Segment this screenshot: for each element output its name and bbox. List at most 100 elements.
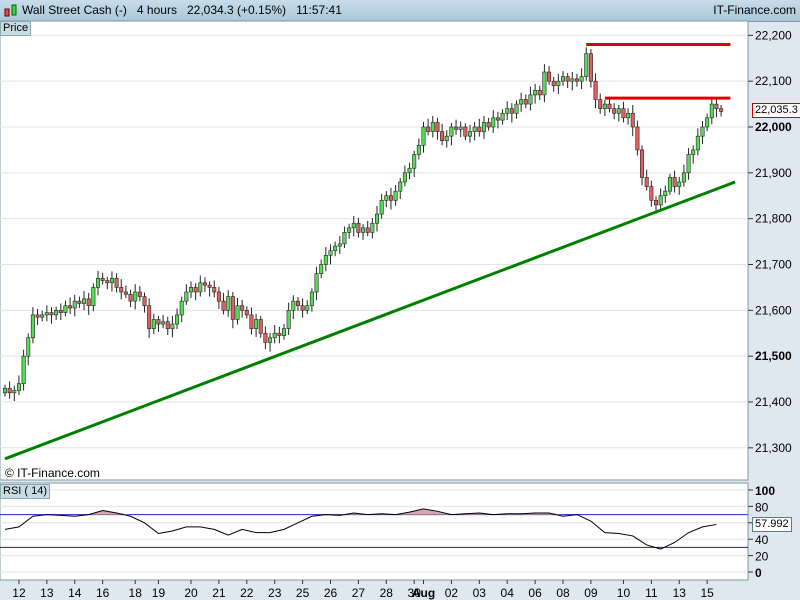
candle xyxy=(2,387,8,394)
candle xyxy=(86,298,91,307)
candle xyxy=(356,222,361,233)
candle xyxy=(686,154,691,174)
candle xyxy=(695,135,700,151)
candle xyxy=(82,298,87,304)
candle xyxy=(495,117,500,121)
y-tick-label: 21,300 xyxy=(755,441,792,455)
candle xyxy=(30,314,35,339)
candle xyxy=(26,337,31,357)
y-tick-label: 21,800 xyxy=(755,212,792,226)
candle xyxy=(226,296,231,311)
candle xyxy=(481,122,486,132)
candle xyxy=(244,310,249,316)
candle xyxy=(560,76,565,82)
candle xyxy=(607,103,612,109)
candle xyxy=(379,200,384,215)
x-tick-label: 14 xyxy=(68,586,82,600)
candle xyxy=(63,305,68,313)
candle xyxy=(286,310,291,329)
candle xyxy=(705,117,710,128)
y-tick-label: 22,200 xyxy=(755,28,792,42)
candle xyxy=(667,177,672,192)
x-tick-label: 11 xyxy=(645,586,658,600)
candle xyxy=(393,190,398,201)
candle xyxy=(161,321,166,325)
candle xyxy=(12,390,17,394)
x-tick-label: 08 xyxy=(556,586,570,600)
x-tick-label: 25 xyxy=(296,586,310,600)
candle xyxy=(263,332,268,343)
candle xyxy=(202,282,207,286)
candle xyxy=(649,186,654,201)
candle xyxy=(630,112,635,128)
rsi-tick-label: 80 xyxy=(755,500,769,514)
candle xyxy=(54,310,59,316)
candle xyxy=(156,319,161,325)
candle xyxy=(691,149,696,155)
candle xyxy=(198,282,203,293)
x-tick-label: 10 xyxy=(617,586,631,600)
candle xyxy=(49,312,54,316)
candle xyxy=(556,80,561,87)
candle xyxy=(635,126,640,151)
candle xyxy=(412,154,417,169)
candle xyxy=(598,99,603,109)
candle xyxy=(570,78,575,82)
candle xyxy=(681,172,686,183)
candle xyxy=(486,122,491,128)
watermark: © IT-Finance.com xyxy=(5,466,100,480)
price-panel-label: Price xyxy=(0,21,32,36)
candle xyxy=(281,328,286,336)
candle xyxy=(519,99,524,105)
candle xyxy=(258,319,263,334)
candle xyxy=(593,80,598,100)
candle xyxy=(398,181,403,192)
candle xyxy=(314,273,319,293)
candle xyxy=(272,332,277,339)
candle xyxy=(602,103,607,109)
candle xyxy=(584,53,589,77)
x-tick-label: 12 xyxy=(12,586,26,600)
candle xyxy=(165,321,170,329)
candle xyxy=(402,172,407,183)
candle xyxy=(133,291,138,302)
y-tick-label: 21,400 xyxy=(755,395,792,409)
chart-canvas[interactable]: 22,200 22,100 22,000 21,900 21,800 21,700 21,6… xyxy=(0,0,800,600)
candle xyxy=(96,277,101,288)
candle xyxy=(240,305,245,311)
candle xyxy=(189,287,194,293)
candle xyxy=(528,94,533,105)
candle xyxy=(454,126,459,130)
candle xyxy=(137,291,142,297)
candle xyxy=(407,167,412,174)
candle xyxy=(537,90,542,96)
y-tick-label: 22,100 xyxy=(755,74,792,88)
candle xyxy=(626,112,631,119)
x-tick-label: 23 xyxy=(268,586,282,600)
candle xyxy=(565,76,570,82)
candle xyxy=(342,232,347,245)
candle xyxy=(361,227,366,233)
candle xyxy=(467,131,472,137)
candle xyxy=(547,71,552,82)
candle xyxy=(351,222,356,229)
x-tick-label: 06 xyxy=(528,586,542,600)
x-tick-label: 04 xyxy=(501,586,515,600)
candle xyxy=(170,323,175,329)
candle xyxy=(370,222,375,233)
candle xyxy=(658,195,663,206)
candle xyxy=(105,280,110,284)
x-tick-label: 19 xyxy=(152,586,166,600)
candle xyxy=(295,300,300,307)
candle xyxy=(119,287,124,293)
candle xyxy=(477,126,482,132)
candle xyxy=(291,300,296,311)
candle xyxy=(616,108,621,114)
candle xyxy=(175,314,180,325)
candle xyxy=(388,195,393,201)
x-tick-label: 03 xyxy=(473,586,487,600)
candle xyxy=(579,76,584,82)
candle xyxy=(179,300,184,316)
rsi-last-value-box: 57.992 xyxy=(752,517,792,532)
candle xyxy=(216,291,221,302)
